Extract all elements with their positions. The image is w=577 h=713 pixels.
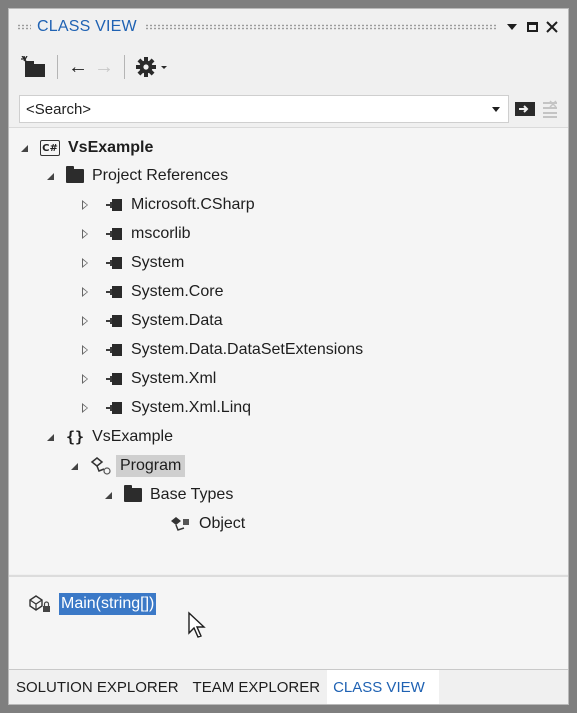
back-button[interactable]: ← xyxy=(68,53,88,81)
settings-gear-icon xyxy=(136,57,167,77)
tree-item-label: Base Types xyxy=(150,486,234,503)
expand-open-icon[interactable] xyxy=(47,433,54,441)
tree-item-label: mscorlib xyxy=(131,225,191,242)
tree-item-label: VsExample xyxy=(68,139,154,156)
assembly-reference-icon xyxy=(101,199,123,211)
tree-item-label: Microsoft.CSharp xyxy=(131,196,255,213)
tree-item-reference[interactable]: System xyxy=(82,249,185,277)
drag-grip[interactable] xyxy=(17,24,31,30)
toolbar-separator xyxy=(57,55,58,79)
expand-closed-icon[interactable] xyxy=(82,287,89,297)
tool-window-tabs: SOLUTION EXPLORER TEAM EXPLORER CLASS VI… xyxy=(9,669,568,704)
assembly-reference-icon xyxy=(101,257,123,269)
tree-item-reference[interactable]: System.Xml xyxy=(82,365,217,393)
back-arrow-icon: ← xyxy=(68,55,88,78)
tree-item-label: Object xyxy=(199,515,246,532)
assembly-reference-icon xyxy=(101,315,123,327)
title-bar[interactable]: CLASS VIEW xyxy=(9,9,568,45)
search-go-button[interactable] xyxy=(515,101,535,117)
chevron-down-icon xyxy=(507,24,517,30)
assembly-reference-icon xyxy=(101,344,123,356)
tree-item-label: VsExample xyxy=(92,428,173,445)
member-item-main[interactable]: Main(string[]) xyxy=(27,593,157,615)
maximize-button[interactable] xyxy=(524,19,540,35)
search-clear-button[interactable] xyxy=(541,99,559,119)
csharp-project-icon: C# xyxy=(40,140,60,156)
new-folder-button[interactable] xyxy=(21,53,47,81)
assembly-reference-icon xyxy=(101,402,123,414)
tree-item-base-types[interactable]: Base Types xyxy=(105,481,233,509)
class-icon xyxy=(169,515,191,533)
tab-class-view[interactable]: CLASS VIEW xyxy=(327,670,439,704)
tree-item-label: Project References xyxy=(92,167,229,184)
expand-open-icon[interactable] xyxy=(21,144,28,152)
mouse-pointer-icon xyxy=(188,611,206,638)
tree-item-label: System.Xml xyxy=(131,370,217,387)
class-view-window: CLASS VIEW ← → <Search> C# VsExample Pro… xyxy=(8,8,569,705)
expand-closed-icon[interactable] xyxy=(82,403,89,413)
search-input[interactable]: <Search> xyxy=(19,95,509,123)
expand-closed-icon[interactable] xyxy=(82,229,89,239)
namespace-icon: {} xyxy=(66,428,85,446)
go-arrow-icon xyxy=(515,102,535,116)
tab-solution-explorer[interactable]: SOLUTION EXPLORER xyxy=(9,670,186,704)
member-label: Main(string[]) xyxy=(59,593,157,615)
tree-item-project-references[interactable]: Project References xyxy=(47,162,228,190)
tree-item-label: System.Core xyxy=(131,283,224,300)
assembly-reference-icon xyxy=(101,286,123,298)
expand-open-icon[interactable] xyxy=(105,491,112,499)
members-pane[interactable]: Main(string[]) xyxy=(9,575,568,675)
assembly-reference-icon xyxy=(101,373,123,385)
close-icon xyxy=(546,21,558,33)
expand-closed-icon[interactable] xyxy=(82,374,89,384)
class-icon xyxy=(90,457,112,475)
assembly-reference-icon xyxy=(101,228,123,240)
forward-arrow-icon: → xyxy=(94,55,114,78)
expand-closed-icon[interactable] xyxy=(82,200,89,210)
window-position-dropdown[interactable] xyxy=(504,19,520,35)
class-tree[interactable]: C# VsExample Project References Microsof… xyxy=(9,127,568,574)
expand-closed-icon[interactable] xyxy=(82,258,89,268)
expand-open-icon[interactable] xyxy=(47,172,54,180)
clear-search-icon xyxy=(543,100,557,118)
close-button[interactable] xyxy=(544,19,560,35)
tree-item-class[interactable]: Program xyxy=(71,452,186,480)
tree-item-reference[interactable]: System.Data.DataSetExtensions xyxy=(82,336,364,364)
tree-item-label: Program xyxy=(116,455,186,477)
tab-team-explorer[interactable]: TEAM EXPLORER xyxy=(186,670,328,704)
tree-item-reference[interactable]: Microsoft.CSharp xyxy=(82,191,255,219)
drag-grip-dots[interactable] xyxy=(144,24,496,30)
tree-item-reference[interactable]: System.Xml.Linq xyxy=(82,394,252,422)
forward-button[interactable]: → xyxy=(94,53,114,81)
tree-item-reference[interactable]: System.Core xyxy=(82,278,224,306)
tree-item-label: System.Xml.Linq xyxy=(131,399,252,416)
tree-item-project[interactable]: C# VsExample xyxy=(21,134,153,162)
new-folder-icon xyxy=(21,56,45,77)
expand-open-icon[interactable] xyxy=(71,462,78,470)
tree-item-label: System.Data xyxy=(131,312,223,329)
private-method-icon xyxy=(27,594,53,614)
tree-item-reference[interactable]: System.Data xyxy=(82,307,223,335)
search-row: <Search> xyxy=(9,91,568,125)
window-title: CLASS VIEW xyxy=(37,18,137,35)
search-history-dropdown[interactable] xyxy=(492,107,500,112)
settings-dropdown-button[interactable] xyxy=(135,53,171,81)
folder-icon xyxy=(66,166,84,183)
tree-item-label: System xyxy=(131,254,185,271)
tree-item-base-type[interactable]: Object xyxy=(169,510,245,538)
expand-closed-icon[interactable] xyxy=(82,316,89,326)
tree-item-namespace[interactable]: {} VsExample xyxy=(47,423,173,451)
tree-item-reference[interactable]: mscorlib xyxy=(82,220,191,248)
folder-icon xyxy=(124,485,142,502)
toolbar-separator xyxy=(124,55,125,79)
search-placeholder: <Search> xyxy=(26,100,92,118)
maximize-icon xyxy=(526,22,538,32)
toolbar: ← → xyxy=(9,45,568,89)
expand-closed-icon[interactable] xyxy=(82,345,89,355)
tree-item-label: System.Data.DataSetExtensions xyxy=(131,341,364,358)
